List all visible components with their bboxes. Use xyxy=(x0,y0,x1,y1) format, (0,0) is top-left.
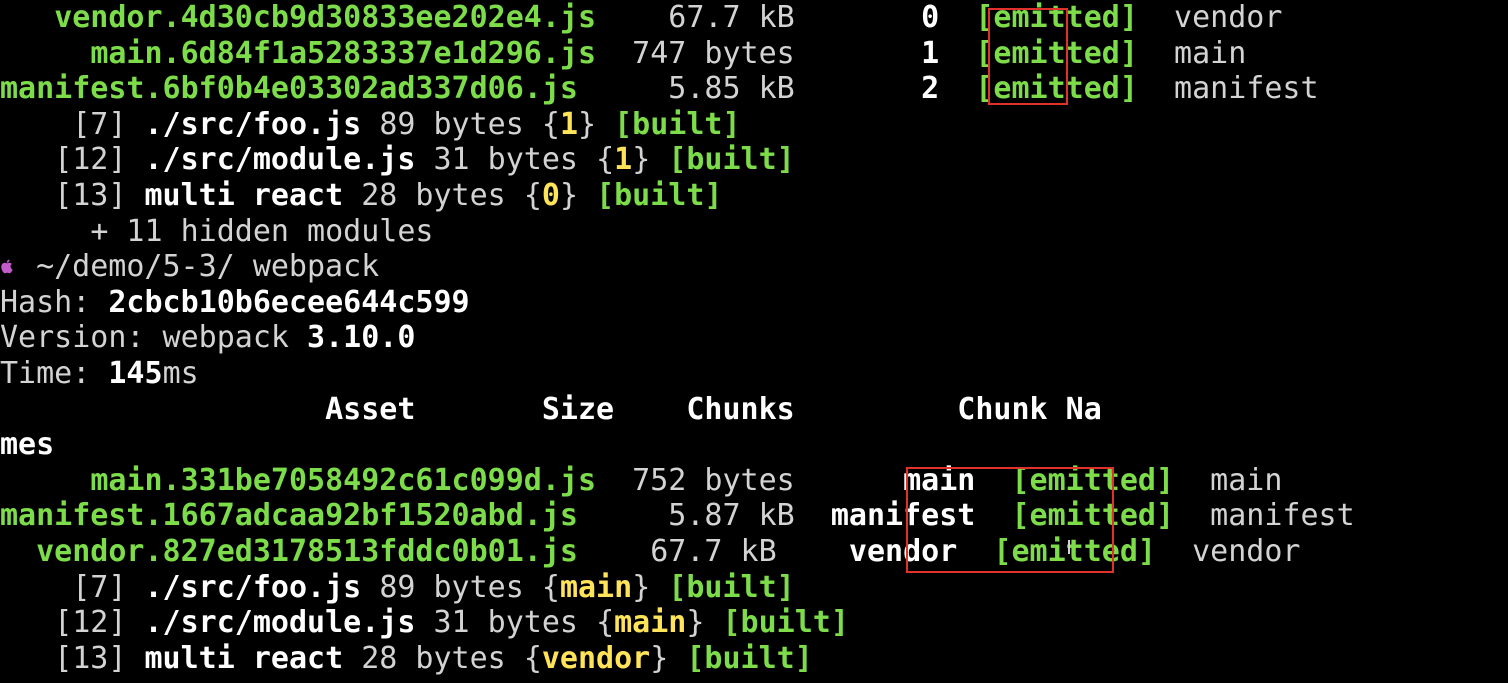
asset-filename: manifest.1667adcaa92bf1520abd.js xyxy=(0,498,578,534)
time-line: Time: 145ms xyxy=(0,356,199,392)
asset-chunk-id: 2 xyxy=(921,71,940,107)
module-path: multi react xyxy=(144,178,344,213)
table-header-wrap: mes xyxy=(0,427,54,463)
module-path: ./src/module.js xyxy=(144,605,416,641)
module-path: ./src/foo.js xyxy=(144,569,362,605)
module-row: [12] ./src/module.js 31 bytes {1} [built… xyxy=(54,142,795,178)
module-size: 31 bytes xyxy=(433,605,579,641)
module-row: [13] multi react 28 bytes {0} [built] xyxy=(54,178,723,213)
time-value: 145 xyxy=(108,356,163,391)
module-chunk: main xyxy=(559,569,633,605)
asset-chunk-id: 1 xyxy=(921,35,940,71)
module-status: [built] xyxy=(614,106,741,142)
module-path: ./src/foo.js xyxy=(144,106,362,142)
module-row: [7] ./src/foo.js 89 bytes {main} [built] xyxy=(72,569,795,605)
chunk-id-highlight xyxy=(988,8,1068,105)
asset-filename: main.6d84f1a5283337e1d296.js xyxy=(90,35,597,71)
module-chunk: vendor xyxy=(541,640,651,676)
apple-icon xyxy=(0,259,18,274)
module-size: 28 bytes xyxy=(361,640,506,676)
hash-label: Hash: xyxy=(0,284,91,320)
asset-size: 5.87 kB xyxy=(668,498,795,534)
table-header: Asset Size Chunks Chunk Na xyxy=(0,392,1102,428)
asset-filename: manifest.6bf0b4e03302ad337d06.js xyxy=(0,71,578,107)
asset-size: 747 bytes xyxy=(632,35,795,71)
header-chunk-names-wrap: mes xyxy=(0,427,55,463)
text-cursor xyxy=(1068,540,1070,554)
module-id: [13] xyxy=(54,178,127,213)
asset-chunk-name: main xyxy=(1210,462,1283,498)
module-chunk: 1 xyxy=(559,106,578,142)
module-row: [13] multi react 28 bytes {vendor} [buil… xyxy=(54,640,813,676)
asset-chunk-name: vendor xyxy=(1174,0,1283,35)
module-id: [13] xyxy=(54,640,127,676)
module-size: 28 bytes xyxy=(361,178,506,213)
asset-size: 752 bytes xyxy=(632,462,795,498)
module-id: [12] xyxy=(54,605,127,641)
module-chunk: 1 xyxy=(614,142,633,178)
module-size: 31 bytes xyxy=(433,142,579,178)
asset-row: manifest.6bf0b4e03302ad337d06.js 5.85 kB… xyxy=(0,71,1319,107)
asset-row: manifest.1667adcaa92bf1520abd.js 5.87 kB… xyxy=(0,498,1355,534)
asset-chunk-id: 0 xyxy=(921,0,940,35)
asset-filename: vendor.4d30cb9d30833ee202e4.js xyxy=(54,0,597,35)
module-status: [built] xyxy=(668,569,795,605)
module-path: ./src/module.js xyxy=(144,142,416,178)
asset-row: vendor.4d30cb9d30833ee202e4.js 67.7 kB 0… xyxy=(0,0,1282,36)
module-chunk: main xyxy=(614,605,687,641)
module-status: [built] xyxy=(722,605,849,641)
asset-chunk-name: manifest xyxy=(1210,498,1355,534)
header-chunk-names: Chunk Na xyxy=(957,391,1102,427)
header-size: Size xyxy=(541,391,615,427)
module-status: [built] xyxy=(686,640,813,676)
header-asset: Asset xyxy=(325,391,416,427)
module-row: [12] ./src/module.js 31 bytes {main} [bu… xyxy=(54,605,849,641)
module-path: multi react xyxy=(144,640,344,676)
module-id: [7] xyxy=(72,106,127,142)
module-row: [7] ./src/foo.js 89 bytes {1} [built] xyxy=(72,106,741,142)
prompt-path: ~/demo/5-3/ xyxy=(36,249,235,285)
asset-chunk-name: main xyxy=(1174,35,1247,71)
version-label: Version: webpack xyxy=(0,320,289,356)
asset-chunk-name: manifest xyxy=(1174,71,1319,107)
asset-filename: vendor.827ed3178513fddc0b01.js xyxy=(36,534,578,569)
hash-value: 2cbcb10b6ecee644c599 xyxy=(108,284,470,320)
hash-line: Hash: 2cbcb10b6ecee644c599 xyxy=(0,285,470,321)
module-chunk: 0 xyxy=(541,178,560,213)
hidden-modules-text: + 11 hidden modules xyxy=(90,213,434,249)
shell-prompt: ~/demo/5-3/ webpack xyxy=(0,249,379,285)
time-unit: ms xyxy=(162,356,199,391)
prompt-command: webpack xyxy=(252,249,380,285)
header-chunks: Chunks xyxy=(686,391,795,427)
version-value: 3.10.0 xyxy=(307,320,416,356)
terminal-window[interactable]: { "build1": { "assets": [ {"name": "vend… xyxy=(0,0,1508,683)
asset-size: 67.7 kB xyxy=(650,534,777,569)
module-status: [built] xyxy=(596,178,723,213)
module-id: [12] xyxy=(54,142,127,178)
asset-size: 5.85 kB xyxy=(668,71,795,107)
module-size: 89 bytes xyxy=(379,569,524,605)
asset-size: 67.7 kB xyxy=(668,0,795,35)
module-id: [7] xyxy=(72,569,127,605)
hidden-modules-line: + 11 hidden modules xyxy=(0,214,433,250)
module-size: 89 bytes xyxy=(379,106,524,142)
module-status: [built] xyxy=(668,142,795,178)
chunk-name-highlight xyxy=(906,467,1114,573)
version-line: Version: webpack 3.10.0 xyxy=(0,320,415,356)
asset-filename: main.331be7058492c61c099d.js xyxy=(90,462,597,498)
time-label: Time: xyxy=(0,356,91,391)
asset-chunk-name: vendor xyxy=(1192,534,1301,569)
